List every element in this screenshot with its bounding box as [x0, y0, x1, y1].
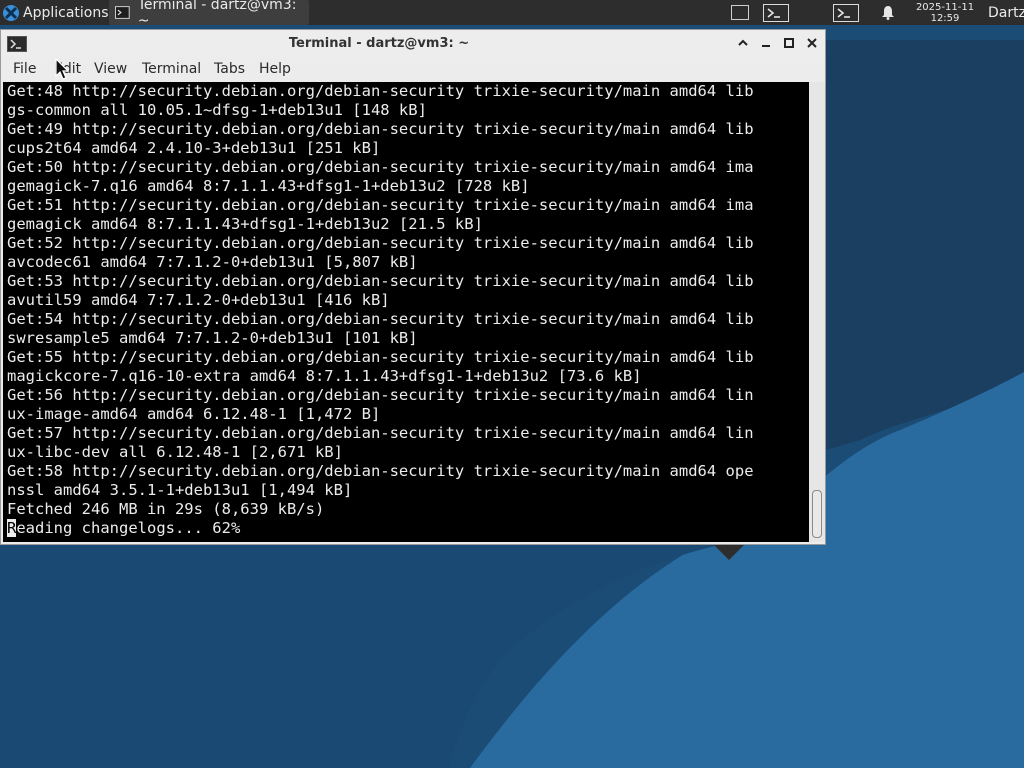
terminal-line: ux-libc-dev all 6.12.48-1 [2,671 kB]: [7, 443, 343, 461]
bell-icon: [882, 6, 894, 20]
panel-clock[interactable]: 2025-11-11 12:59: [910, 0, 980, 25]
applications-label: Applications: [23, 4, 109, 21]
terminal-line: swresample5 amd64 7:7.1.2-0+deb13u1 [101…: [7, 329, 418, 347]
workspace-switcher[interactable]: [731, 0, 751, 25]
menu-view[interactable]: View: [94, 61, 127, 77]
terminal-icon: [763, 3, 789, 22]
terminal-line: Get:52 http://security.debian.org/debian…: [7, 234, 754, 252]
terminal-line: ux-image-amd64 amd64 6.12.48-1 [1,472 B]: [7, 405, 381, 423]
terminal-line: gemagick-7.q16 amd64 8:7.1.1.43+dfsg1-1+…: [7, 177, 530, 195]
terminal-window-button[interactable]: [833, 0, 861, 25]
taskbar-terminal-button[interactable]: Terminal - dartz@vm3: ~: [109, 0, 309, 29]
terminal-line: Fetched 246 MB in 29s (8,639 kB/s): [7, 500, 325, 518]
terminal-line: Get:57 http://security.debian.org/debian…: [7, 424, 754, 442]
terminal-line: magickcore-7.q16-10-extra amd64 8:7.1.1.…: [7, 367, 642, 385]
terminal-line: Get:56 http://security.debian.org/debian…: [7, 386, 754, 404]
mouse-pointer-icon: [55, 58, 70, 80]
terminal-line: gs-common all 10.05.1~dfsg-1+deb13u1 [14…: [7, 101, 427, 119]
window-titlebar[interactable]: Terminal - dartz@vm3: ~: [1, 30, 825, 57]
menu-file[interactable]: File: [13, 61, 36, 77]
taskbar-title: Terminal - dartz@vm3: ~: [137, 0, 297, 29]
top-panel: Applications ☰ Terminal - dartz@vm3: ~ 2…: [0, 0, 1024, 29]
terminal-line: avcodec61 amd64 7:7.1.2-0+deb13u1 [5,807…: [7, 253, 418, 271]
close-button[interactable]: [805, 36, 819, 50]
terminal-line: Get:50 http://security.debian.org/debian…: [7, 158, 754, 176]
menu-terminal[interactable]: Terminal: [142, 61, 201, 77]
xfce-logo-icon: [3, 4, 19, 21]
terminal-line: Get:53 http://security.debian.org/debian…: [7, 272, 754, 290]
terminal-window: Terminal - dartz@vm3: ~ File Edit View T…: [0, 29, 826, 545]
applications-menu[interactable]: Applications ☰: [0, 0, 125, 25]
window-title: Terminal - dartz@vm3: ~: [288, 36, 470, 51]
terminal-text: Get:48 http://security.debian.org/debian…: [7, 82, 754, 538]
scrollbar-thumb[interactable]: [812, 490, 822, 538]
terminal-line: Get:55 http://security.debian.org/debian…: [7, 348, 754, 366]
shade-button[interactable]: [736, 36, 750, 50]
terminal-line: cups2t64 amd64 2.4.10-3+deb13u1 [251 kB]: [7, 139, 381, 157]
maximize-button[interactable]: [782, 36, 796, 50]
terminal-line: Get:58 http://security.debian.org/debian…: [7, 462, 754, 480]
terminal-line: avutil59 amd64 7:7.1.2-0+deb13u1 [416 kB…: [7, 291, 390, 309]
minimize-button[interactable]: [759, 36, 773, 50]
workspace-1[interactable]: [731, 5, 749, 20]
terminal-icon: [115, 6, 130, 19]
terminal-line: nssl amd64 3.5.1-1+deb13u1 [1,494 kB]: [7, 481, 353, 499]
terminal-line: Get:48 http://security.debian.org/debian…: [7, 82, 754, 100]
terminal-line: Get:51 http://security.debian.org/debian…: [7, 196, 754, 214]
notification-bell-icon[interactable]: [881, 0, 897, 25]
terminal-line: gemagick amd64 8:7.1.1.43+dfsg1-1+deb13u…: [7, 215, 483, 233]
clock-date: 2025-11-11: [915, 1, 975, 13]
terminal-icon: [833, 3, 859, 22]
terminal-progress-line: eading changelogs... 62%: [16, 519, 241, 537]
terminal-scrollbar[interactable]: [809, 82, 825, 542]
terminal-line: Get:49 http://security.debian.org/debian…: [7, 120, 754, 138]
terminal-cursor: R: [7, 519, 17, 537]
menubar: File Edit View Terminal Tabs Help: [1, 57, 825, 81]
user-menu[interactable]: Dartz: [988, 0, 1024, 25]
terminal-launcher-button[interactable]: [763, 0, 791, 25]
terminal-output-area[interactable]: Get:48 http://security.debian.org/debian…: [3, 82, 809, 542]
menu-tabs[interactable]: Tabs: [214, 61, 245, 77]
terminal-line: Get:54 http://security.debian.org/debian…: [7, 310, 754, 328]
menu-help[interactable]: Help: [259, 61, 291, 77]
clock-time: 12:59: [930, 12, 960, 24]
